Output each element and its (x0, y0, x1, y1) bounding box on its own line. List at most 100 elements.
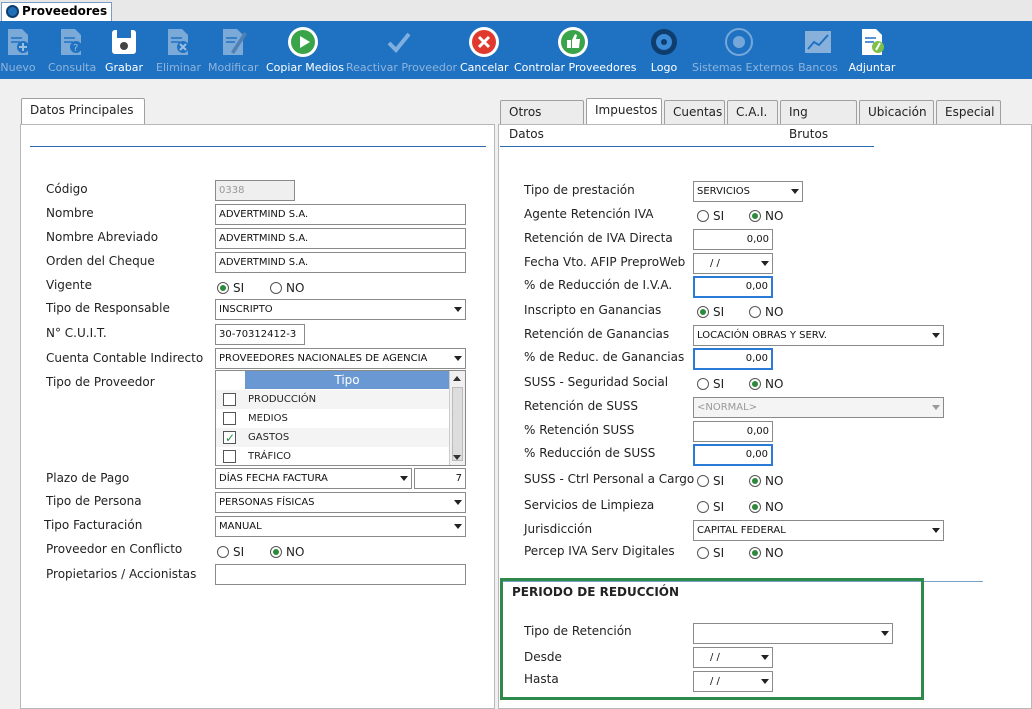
suss-ctrl-no-radio[interactable]: NO (749, 474, 783, 488)
logo-icon (648, 26, 680, 58)
toolbar-button-sistemas-externos[interactable]: Sistemas Externos (692, 22, 794, 79)
toolbar-button-label: Cancelar (460, 61, 509, 74)
tipo-prestacion-select[interactable]: SERVICIOS (693, 181, 803, 202)
red-ganancias-field[interactable]: 0,00 (693, 348, 773, 370)
inscripto-ganancias-no-radio[interactable]: NO (749, 305, 783, 319)
attach-doc-icon (856, 26, 888, 58)
percep-iva-si-radio[interactable]: SI (697, 546, 724, 560)
chevron-down-icon (454, 307, 462, 312)
percep-iva-no-radio[interactable]: NO (749, 546, 783, 560)
fecha-afip-date-field[interactable]: / / (693, 253, 773, 274)
scroll-thumb[interactable] (452, 387, 463, 461)
checkbox[interactable] (223, 450, 236, 463)
toolbar-button-copiar-medios[interactable]: Copiar Medios (266, 22, 344, 79)
radio-icon (697, 306, 709, 318)
red-suss-field[interactable]: 0,00 (693, 444, 773, 466)
toolbar-button-consulta[interactable]: ? Consulta (48, 22, 96, 79)
agente-ret-iva-no-radio[interactable]: NO (749, 209, 783, 223)
toolbar-button-reactivar-proveedor[interactable]: Reactivar Proveedor (346, 22, 457, 79)
tipo-prestacion-label: Tipo de prestación (524, 183, 635, 197)
cancel-icon (468, 26, 500, 58)
tab-impuestos[interactable]: Impuestos (586, 98, 662, 124)
vigente-no-radio[interactable]: NO (270, 281, 304, 295)
calendar-dropdown-icon[interactable] (761, 679, 769, 684)
tab-ubicaci-n[interactable]: Ubicación (859, 100, 934, 124)
tab-c-a-i-[interactable]: C.A.I. (727, 100, 778, 124)
calendar-dropdown-icon[interactable] (761, 655, 769, 660)
hasta-date-field[interactable]: / / (693, 671, 773, 692)
tipo-persona-select[interactable]: PERSONAS FÍSICAS (215, 492, 466, 513)
red-iva-field[interactable]: 0,00 (693, 276, 773, 298)
tipo-responsable-select[interactable]: INSCRIPTO (215, 299, 466, 320)
delete-doc-icon (162, 26, 194, 58)
list-item[interactable]: PRODUCCIÓN (216, 390, 449, 409)
propietarios-field[interactable] (215, 564, 466, 585)
radio-icon (697, 210, 709, 222)
suss-ctrl-si-radio[interactable]: SI (697, 474, 724, 488)
tab-ing-brutos[interactable]: Ing Brutos (780, 100, 857, 141)
servicios-limpieza-no-radio[interactable]: NO (749, 500, 783, 514)
tab-label: Datos Principales (30, 103, 134, 117)
list-item[interactable]: MEDIOS (216, 409, 449, 428)
tipo-persona-label: Tipo de Persona (46, 494, 142, 508)
list-scrollbar[interactable] (449, 371, 465, 465)
orden-cheque-field[interactable]: ADVERTMIND S.A. (215, 252, 466, 273)
toolbar-button-eliminar[interactable]: Eliminar (156, 22, 202, 79)
toolbar-button-adjuntar[interactable]: Adjuntar (846, 22, 898, 79)
window-tab-proveedores[interactable]: Proveedores (1, 2, 113, 21)
tab-cuentas[interactable]: Cuentas (664, 100, 725, 124)
toolbar-button-label: Controlar Proveedores (514, 61, 637, 74)
toolbar-button-grabar[interactable]: Grabar (104, 22, 144, 79)
plazo-pago-select[interactable]: DÍAS FECHA FACTURA (215, 468, 412, 489)
cuit-field[interactable]: 30-70312412-3 (215, 324, 305, 345)
radio-icon (749, 475, 761, 487)
toolbar-button-controlar-proveedores[interactable]: Controlar Proveedores (514, 22, 637, 79)
propietarios-label: Propietarios / Accionistas (46, 567, 197, 581)
suss-no-radio[interactable]: NO (749, 377, 783, 391)
tipo-retencion-select[interactable] (693, 623, 893, 644)
tab-datos-principales[interactable]: Datos Principales (21, 98, 145, 124)
tipo-proveedor-list[interactable]: Tipo PRODUCCIÓN MEDIOS GASTOS TRÁFICO (215, 370, 466, 466)
radio-icon (697, 475, 709, 487)
toolbar-button-modificar[interactable]: Modificar (208, 22, 259, 79)
inscripto-ganancias-label: Inscripto en Ganancias (524, 303, 662, 317)
checkbox[interactable] (223, 429, 236, 448)
toolbar-button-bancos[interactable]: Bancos (798, 22, 838, 79)
conflicto-no-radio[interactable]: NO (270, 545, 304, 559)
tab-otros-datos[interactable]: Otros Datos (500, 100, 584, 141)
chevron-down-icon (932, 528, 940, 533)
ret-iva-directa-field[interactable]: 0,00 (693, 229, 773, 250)
new-doc-icon (2, 26, 34, 58)
vigente-si-radio[interactable]: SI (217, 281, 244, 295)
conflicto-label: Proveedor en Conflicto (46, 542, 183, 556)
inscripto-ganancias-si-radio[interactable]: SI (697, 305, 724, 319)
checkbox[interactable] (223, 393, 236, 406)
pct-ret-suss-field[interactable]: 0,00 (693, 421, 773, 442)
chevron-down-icon (454, 356, 462, 361)
agente-ret-iva-si-radio[interactable]: SI (697, 209, 724, 223)
scroll-up-icon[interactable] (453, 376, 461, 381)
plazo-dias-field[interactable]: 7 (414, 468, 466, 489)
scroll-down-icon[interactable] (453, 455, 461, 460)
list-item[interactable]: TRÁFICO (216, 447, 449, 466)
list-item[interactable]: GASTOS (216, 428, 449, 448)
desde-date-field[interactable]: / / (693, 647, 773, 668)
toolbar-button-nuevo[interactable]: Nuevo (0, 22, 36, 79)
ret-ganancias-select[interactable]: LOCACIÓN OBRAS Y SERV. (693, 325, 944, 346)
suss-si-radio[interactable]: SI (697, 377, 724, 391)
tab-especial[interactable]: Especial (936, 100, 1001, 124)
toolbar-button-label: Eliminar (156, 61, 202, 74)
cuenta-contable-select[interactable]: PROVEEDORES NACIONALES DE AGENCIA (215, 348, 466, 369)
toolbar-button-label: Grabar (104, 61, 144, 74)
servicios-limpieza-si-radio[interactable]: SI (697, 500, 724, 514)
jurisdiccion-select[interactable]: CAPITAL FEDERAL (693, 520, 944, 541)
nombre-field[interactable]: ADVERTMIND S.A. (215, 204, 466, 225)
toolbar-button-cancelar[interactable]: Cancelar (460, 22, 509, 79)
conflicto-si-radio[interactable]: SI (217, 545, 244, 559)
checkbox[interactable] (223, 412, 236, 425)
tipo-facturacion-select[interactable]: MANUAL (215, 516, 466, 537)
nombre-abreviado-field[interactable]: ADVERTMIND S.A. (215, 228, 466, 249)
red-ganancias-label: % de Reduc. de Ganancias (524, 350, 685, 364)
toolbar-button-logo[interactable]: Logo (646, 22, 682, 79)
suss-label: SUSS - Seguridad Social (524, 375, 669, 389)
